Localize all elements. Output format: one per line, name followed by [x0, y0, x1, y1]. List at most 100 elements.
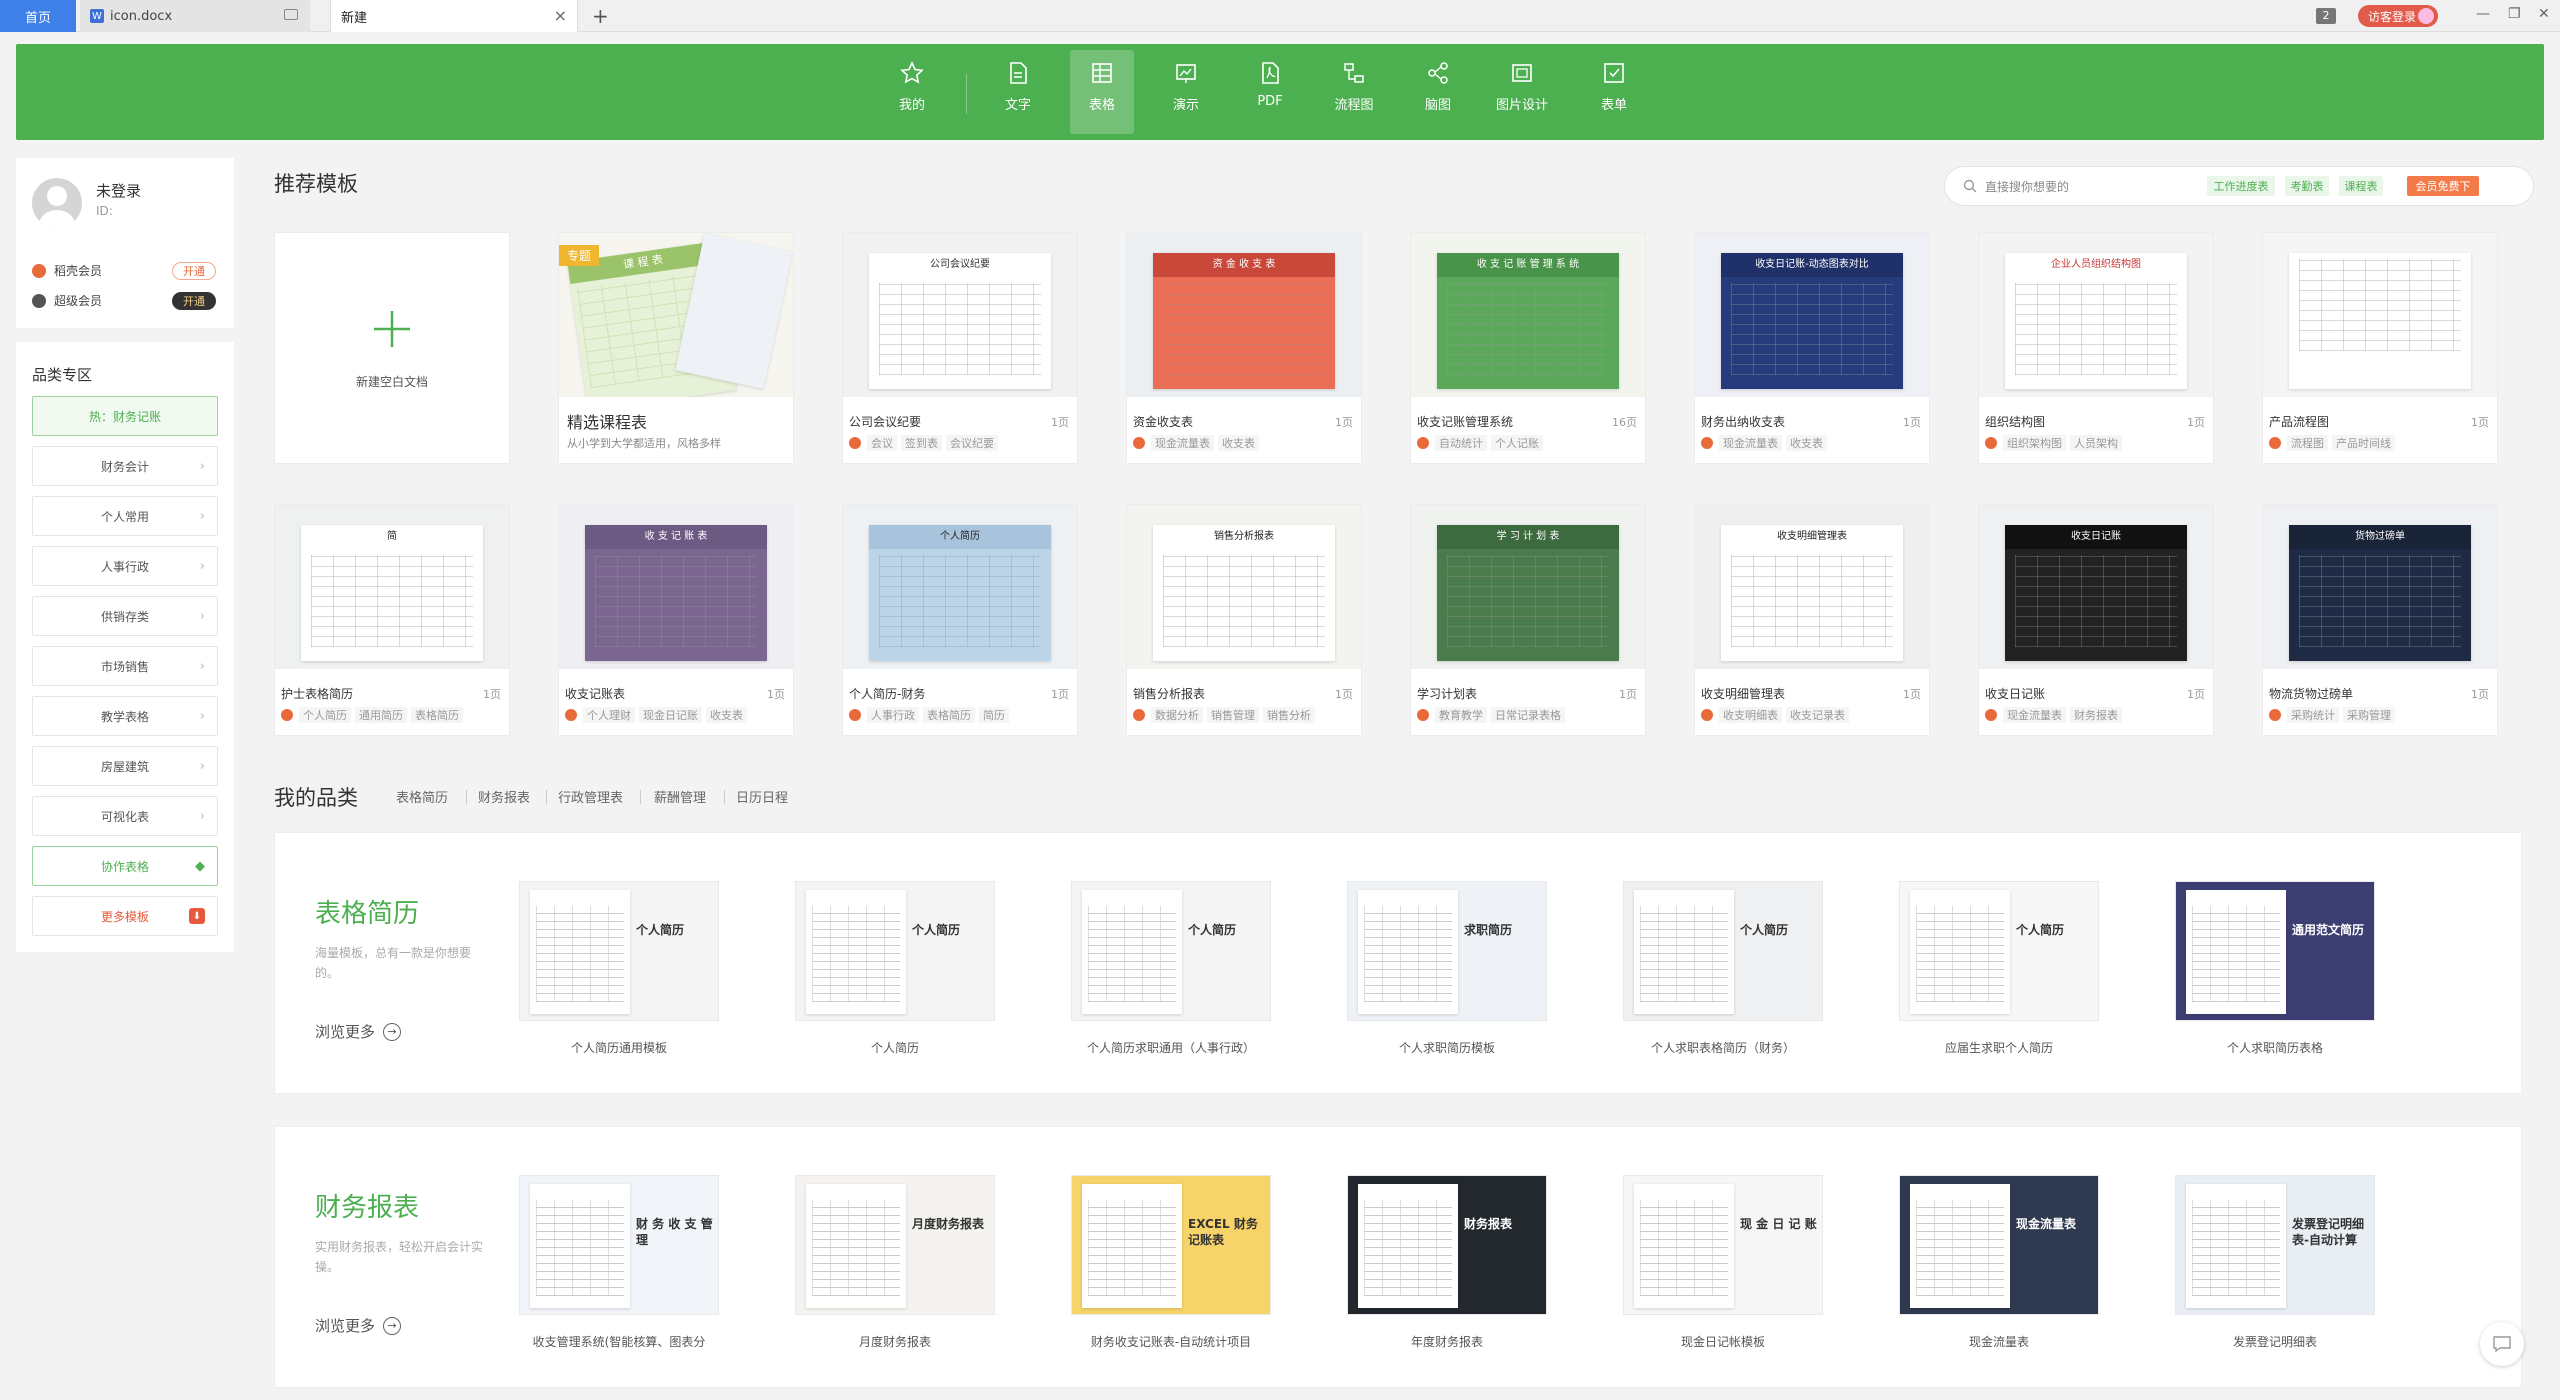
- browse-more-button[interactable]: 浏览更多 →: [315, 1021, 402, 1042]
- row-template-label[interactable]: 财务收支记账表-自动统计项目: [1041, 1333, 1301, 1350]
- category-item-supply[interactable]: 供销存类 ›: [32, 596, 218, 636]
- category-item-finance-accounting[interactable]: 财务会计 ›: [32, 446, 218, 486]
- row-template-card[interactable]: 个人简历: [1623, 881, 1823, 1021]
- close-icon[interactable]: ×: [554, 6, 567, 25]
- docer-activate-button[interactable]: 开通: [172, 262, 216, 280]
- row-template-card[interactable]: 财 务 收 支 管 理: [519, 1175, 719, 1315]
- template-tag[interactable]: 自动统计: [1435, 435, 1487, 451]
- row-template-card[interactable]: 月度财务报表: [795, 1175, 995, 1315]
- row-template-card[interactable]: 财务报表: [1347, 1175, 1547, 1315]
- template-tag[interactable]: 现金日记账: [639, 707, 702, 723]
- nav-image-design[interactable]: 图片设计: [1490, 50, 1554, 134]
- template-card[interactable]: 个人简历 个人简历-财务 1页 人事行政 表格简历 简历: [842, 504, 1078, 736]
- row-template-label[interactable]: 个人简历求职通用（人事行政）: [1041, 1039, 1301, 1056]
- row-template-label[interactable]: 个人简历通用模板: [489, 1039, 749, 1056]
- category-item-collab[interactable]: 协作表格 ◆: [32, 846, 218, 886]
- category-item-more[interactable]: 更多模板 ⬇: [32, 896, 218, 936]
- row-template-card[interactable]: 通用范文简历: [2175, 881, 2375, 1021]
- template-tag[interactable]: 会议纪要: [946, 435, 998, 451]
- template-tag[interactable]: 流程图: [2287, 435, 2328, 451]
- tab-new[interactable]: 新建 ×: [330, 0, 578, 32]
- category-item-building[interactable]: 房屋建筑 ›: [32, 746, 218, 786]
- search-chip-schedule[interactable]: 课程表: [2339, 176, 2383, 196]
- category-item-teaching[interactable]: 教学表格 ›: [32, 696, 218, 736]
- category-item-personal[interactable]: 个人常用 ›: [32, 496, 218, 536]
- mycat-tab-calendar[interactable]: 日历日程: [736, 787, 788, 806]
- template-tag[interactable]: 个人理财: [583, 707, 635, 723]
- guest-login-button[interactable]: 访客登录: [2358, 5, 2438, 27]
- template-tag[interactable]: 销售管理: [1207, 707, 1259, 723]
- window-close-icon[interactable]: ✕: [2538, 6, 2550, 22]
- row-template-card[interactable]: 求职简历: [1347, 881, 1547, 1021]
- maximize-icon[interactable]: ❐: [2508, 6, 2521, 22]
- nav-slides[interactable]: 演示: [1154, 50, 1218, 134]
- template-tag[interactable]: 人事行政: [867, 707, 919, 723]
- window-count-badge[interactable]: 2: [2316, 8, 2336, 24]
- search-chip-attendance[interactable]: 考勤表: [2285, 176, 2329, 196]
- category-item-marketing[interactable]: 市场销售 ›: [32, 646, 218, 686]
- row-template-label[interactable]: 月度财务报表: [765, 1333, 1025, 1350]
- member-free-button[interactable]: 会员免费下: [2407, 176, 2479, 196]
- template-card[interactable]: 企业人员组织结构图 组织结构图 1页 组织架构图 人员架构: [1978, 232, 2214, 464]
- row-template-label[interactable]: 现金日记帐模板: [1593, 1333, 1853, 1350]
- super-activate-button[interactable]: 开通: [172, 292, 216, 310]
- row-template-card[interactable]: 现 金 日 记 账: [1623, 1175, 1823, 1315]
- mycat-tab-admin[interactable]: 行政管理表: [558, 787, 623, 806]
- template-card-special[interactable]: 课 程 表 专题 精选课程表 从小学到大学都适用，风格多样: [558, 232, 794, 464]
- row-template-label[interactable]: 发票登记明细表: [2145, 1333, 2405, 1350]
- row-template-card[interactable]: 个人简历: [519, 881, 719, 1021]
- template-card[interactable]: 学 习 计 划 表学习计划表 1页 教育教学 日常记录表格: [1410, 504, 1646, 736]
- template-tag[interactable]: 现金流量表: [1151, 435, 1214, 451]
- template-card[interactable]: 资 金 收 支 表资金收支表 1页 现金流量表 收支表: [1126, 232, 1362, 464]
- template-tag[interactable]: 收支表: [1218, 435, 1259, 451]
- tab-home[interactable]: 首页: [0, 0, 76, 32]
- row-template-label[interactable]: 应届生求职个人简历: [1869, 1039, 2129, 1056]
- row-template-card[interactable]: 现金流量表: [1899, 1175, 2099, 1315]
- template-tag[interactable]: 采购统计: [2287, 707, 2339, 723]
- template-card[interactable]: 收支日记账-动态图表对比 财务出纳收支表 1页 现金流量表 收支表: [1694, 232, 1930, 464]
- mycat-tab-resume[interactable]: 表格简历: [396, 787, 448, 806]
- template-tag[interactable]: 人员架构: [2070, 435, 2122, 451]
- avatar[interactable]: [32, 178, 82, 228]
- template-card[interactable]: 收 支 记 账 表收支记账表 1页 个人理财 现金日记账 收支表: [558, 504, 794, 736]
- mycat-tab-finance[interactable]: 财务报表: [478, 787, 530, 806]
- template-card[interactable]: 销售分析报表 销售分析报表 1页 数据分析 销售管理 销售分析: [1126, 504, 1362, 736]
- row-template-label[interactable]: 个人求职简历表格: [2145, 1039, 2405, 1056]
- template-tag[interactable]: 组织架构图: [2003, 435, 2066, 451]
- mycat-tab-salary[interactable]: 薪酬管理: [654, 787, 706, 806]
- template-card[interactable]: 产品流程图 1页 流程图 产品时间线: [2262, 232, 2498, 464]
- template-tag[interactable]: 收支记录表: [1786, 707, 1849, 723]
- template-search[interactable]: 直接搜你想要的 工作进度表 考勤表 课程表 会员免费下: [1944, 166, 2534, 206]
- nav-table[interactable]: 表格: [1070, 50, 1134, 134]
- template-tag[interactable]: 数据分析: [1151, 707, 1203, 723]
- template-tag[interactable]: 销售分析: [1263, 707, 1315, 723]
- category-item-visual[interactable]: 可视化表 ›: [32, 796, 218, 836]
- browse-more-button[interactable]: 浏览更多 →: [315, 1315, 402, 1336]
- template-card[interactable]: 公司会议纪要 公司会议纪要 1页 会议 签到表 会议纪要: [842, 232, 1078, 464]
- nav-form[interactable]: 表单: [1582, 50, 1646, 134]
- nav-text[interactable]: 文字: [986, 50, 1050, 134]
- category-item-hot-finance[interactable]: 热：财务记账: [32, 396, 218, 436]
- row-template-label[interactable]: 个人求职简历模板: [1317, 1039, 1577, 1056]
- minimize-icon[interactable]: —: [2476, 6, 2490, 22]
- template-tag[interactable]: 采购管理: [2343, 707, 2395, 723]
- add-tab-icon[interactable]: +: [592, 4, 609, 28]
- template-tag[interactable]: 签到表: [901, 435, 942, 451]
- row-template-label[interactable]: 个人简历: [765, 1039, 1025, 1056]
- template-card[interactable]: 收 支 记 账 管 理 系 统收支记账管理系统 16页 自动统计 个人记账: [1410, 232, 1646, 464]
- row-template-label[interactable]: 现金流量表: [1869, 1333, 2129, 1350]
- tab-document[interactable]: W icon.docx: [80, 0, 310, 32]
- user-name[interactable]: 未登录: [96, 180, 141, 201]
- template-tag[interactable]: 收支表: [1786, 435, 1827, 451]
- nav-pdf[interactable]: PDF: [1238, 50, 1302, 134]
- template-card[interactable]: 收支明细管理表 收支明细管理表 1页 收支明细表 收支记录表: [1694, 504, 1930, 736]
- row-template-card[interactable]: 个人简历: [1899, 881, 2099, 1021]
- monitor-icon[interactable]: [284, 9, 298, 20]
- new-blank-document[interactable]: 新建空白文档: [274, 232, 510, 464]
- template-tag[interactable]: 通用简历: [355, 707, 407, 723]
- template-tag[interactable]: 产品时间线: [2332, 435, 2395, 451]
- template-tag[interactable]: 收支明细表: [1719, 707, 1782, 723]
- row-template-label[interactable]: 年度财务报表: [1317, 1333, 1577, 1350]
- template-tag[interactable]: 个人简历: [299, 707, 351, 723]
- category-item-hr-admin[interactable]: 人事行政 ›: [32, 546, 218, 586]
